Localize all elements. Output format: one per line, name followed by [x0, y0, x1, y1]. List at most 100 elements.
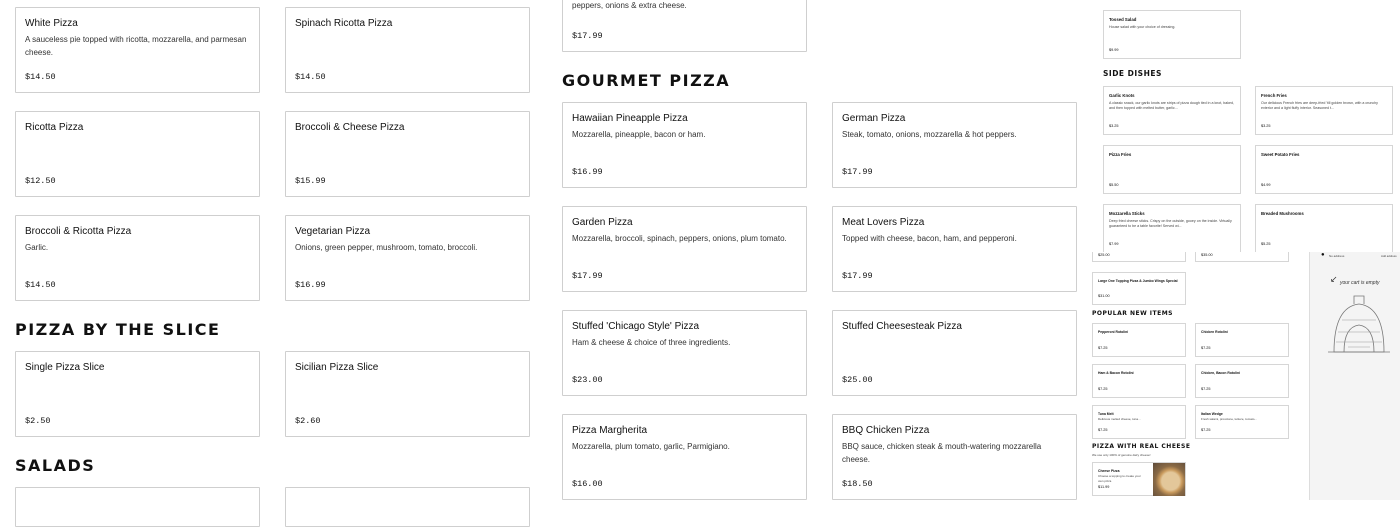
item-name: Hawaiian Pineapple Pizza: [572, 113, 688, 124]
mini-item-price: $7.99: [1109, 242, 1119, 246]
menu-item-card[interactable]: Broccoli & Cheese Pizza $15.99: [285, 111, 530, 197]
menu-item-card[interactable]: Pizza Margherita Mozzarella, plum tomato…: [562, 414, 807, 500]
mini-item-name: Chicken Rotolini: [1201, 330, 1228, 334]
menu-item-card[interactable]: Broccoli & Ricotta Pizza Garlic. $14.50: [15, 215, 260, 301]
item-price: $15.99: [295, 176, 326, 186]
mini-item-name: French Fries: [1261, 93, 1287, 98]
mini-item-name: Garlic Knots: [1109, 93, 1135, 98]
item-price: $14.50: [25, 72, 56, 82]
menu-item-card[interactable]: Vegetarian Pizza Onions, green pepper, m…: [285, 215, 530, 301]
item-name: Vegetarian Pizza: [295, 226, 371, 237]
menu-item-card[interactable]: Meat Lovers Pizza Topped with cheese, ba…: [832, 206, 1077, 292]
mini-item-price: $7.25: [1098, 346, 1108, 350]
mini-item-name: Pepperoni Rotolini: [1098, 330, 1129, 334]
mini-section-subtitle: We use only 100% of genuine dairy cheese…: [1092, 453, 1151, 457]
item-name: Spinach Ricotta Pizza: [295, 18, 393, 29]
item-name: Meat Lovers Pizza: [842, 217, 925, 228]
item-description: Mozzarella, plum tomato, garlic, Parmigi…: [572, 442, 730, 451]
item-price: $16.99: [295, 280, 326, 290]
mini-item-price: $4.99: [1261, 183, 1271, 187]
cart-address: No address: [1329, 254, 1345, 258]
item-description: A sauceless pie topped with ricotta, moz…: [25, 35, 247, 57]
item-description: Onions, green pepper, mushroom, tomato, …: [295, 243, 478, 252]
mini-section-title-sides: SIDE DISHES: [1103, 69, 1162, 78]
mini-item-card[interactable]: Pepperoni Rotolini $7.25: [1092, 323, 1186, 357]
mini-item-description: Fresh salami, provolone, lettuce, tomato…: [1201, 417, 1257, 421]
item-description: Mozzarella, broccoli, spinach, peppers, …: [572, 234, 787, 243]
item-name: Stuffed Cheesesteak Pizza: [842, 321, 962, 332]
mini-item-price: $5.25: [1261, 242, 1271, 246]
menu-item-card[interactable]: Hawaiian Pineapple Pizza Mozzarella, pin…: [562, 102, 807, 188]
item-description: Mozzarella, pineapple, bacon or ham.: [572, 130, 706, 139]
mini-item-price: $31.00: [1098, 294, 1110, 298]
menu-item-card[interactable]: Ricotta Pizza $12.50: [15, 111, 260, 197]
mini-item-description: Deep fried cheese sticks. Crispy on the …: [1109, 219, 1232, 228]
item-price: $17.99: [572, 271, 603, 281]
mini-item-description: A classic snack, our garlic knots are st…: [1109, 101, 1235, 110]
mini-item-card[interactable]: Mozzarella Sticks Deep fried cheese stic…: [1103, 204, 1241, 252]
mini-item-name: Pizza Fries: [1109, 152, 1132, 157]
mini-item-description: Delicious melted cheese, tuna...: [1098, 417, 1141, 421]
menu-item-card[interactable]: [285, 487, 530, 527]
mini-item-card[interactable]: Pizza Fries $5.50: [1103, 145, 1241, 194]
menu-item-card[interactable]: White Pizza A sauceless pie topped with …: [15, 7, 260, 93]
item-price: $2.60: [295, 416, 321, 426]
mini-item-card[interactable]: $35.00: [1195, 252, 1289, 262]
item-description: with pepperoni, mushrooms, sausage, meat…: [572, 0, 687, 10]
mini-section-title-real-cheese: PIZZA WITH REAL CHEESE: [1092, 443, 1191, 450]
mini-item-price: $7.25: [1201, 387, 1211, 391]
item-description: Topped with cheese, bacon, ham, and pepp…: [842, 234, 1017, 243]
mini-item-price: $35.00: [1201, 253, 1213, 257]
mini-item-card[interactable]: Tuna Melt Delicious melted cheese, tuna.…: [1092, 405, 1186, 439]
mini-item-card[interactable]: Italian Wedge Fresh salami, provolone, l…: [1195, 405, 1289, 439]
item-name: Single Pizza Slice: [25, 362, 105, 373]
mini-item-name: Large One Topping Pizza & Jumbo Wings Sp…: [1098, 279, 1178, 283]
item-price: $17.99: [842, 167, 873, 177]
mini-item-price: $3.25: [1261, 124, 1271, 128]
mini-item-card[interactable]: Breaded Mushrooms $5.25: [1255, 204, 1393, 252]
mini-item-name: Sweet Potato Fries: [1261, 152, 1300, 157]
mini-item-name: Tossed Salad: [1109, 17, 1137, 22]
item-description: Garlic.: [25, 243, 49, 252]
mini-item-card[interactable]: Sweet Potato Fries $4.99: [1255, 145, 1393, 194]
menu-item-card[interactable]: Sicilian Pizza Slice $2.60: [285, 351, 530, 437]
menu-item-card[interactable]: German Pizza Steak, tomato, onions, mozz…: [832, 102, 1077, 188]
mini-item-card[interactable]: $25.00: [1092, 252, 1186, 262]
mini-item-card[interactable]: Cheese Pizza Choose a topping to create …: [1092, 462, 1186, 496]
mini-item-card[interactable]: Garlic Knots A classic snack, our garlic…: [1103, 86, 1241, 135]
mini-item-name: Chicken, Bacon Rotolini: [1201, 371, 1240, 375]
mini-item-card[interactable]: Tossed Salad House salad with your choic…: [1103, 10, 1241, 59]
menu-item-card[interactable]: Single Pizza Slice $2.50: [15, 351, 260, 437]
cart-add-address-link[interactable]: Add address: [1381, 254, 1397, 258]
item-name: German Pizza: [842, 113, 906, 124]
menu-item-card[interactable]: Stuffed 'Chicago Style' Pizza Ham & chee…: [562, 310, 807, 396]
item-price: $17.99: [842, 271, 873, 281]
menu-item-card[interactable]: Spinach Ricotta Pizza $14.50: [285, 7, 530, 93]
section-title-slice: PIZZA BY THE SLICE: [15, 320, 221, 339]
mini-item-description: Our delicious French fries are deep-frie…: [1261, 101, 1378, 110]
menu-item-card[interactable]: [15, 487, 260, 527]
item-name: Stuffed 'Chicago Style' Pizza: [572, 321, 700, 332]
mini-item-name: Ham & Bacon Rotolini: [1098, 371, 1134, 375]
mini-item-card[interactable]: Chicken Rotolini $7.25: [1195, 323, 1289, 357]
item-name: Broccoli & Ricotta Pizza: [25, 226, 132, 237]
menu-item-card[interactable]: BBQ Chicken Pizza BBQ sauce, chicken ste…: [832, 414, 1077, 500]
mini-item-price: $5.50: [1109, 183, 1119, 187]
item-description: Steak, tomato, onions, mozzarella & hot …: [842, 130, 1017, 139]
item-name: Sicilian Pizza Slice: [295, 362, 379, 373]
mini-item-card[interactable]: Ham & Bacon Rotolini $7.25: [1092, 364, 1186, 398]
cart-empty-text: your cart is empty: [1340, 280, 1380, 286]
mini-item-card[interactable]: Large One Topping Pizza & Jumbo Wings Sp…: [1092, 272, 1186, 305]
mini-item-price: $7.25: [1201, 428, 1211, 432]
section-title-salads: SALADS: [15, 456, 96, 475]
menu-item-card[interactable]: Garden Pizza Mozzarella, broccoli, spina…: [562, 206, 807, 292]
menu-item-card[interactable]: Stuffed Cheesesteak Pizza $25.00: [832, 310, 1077, 396]
mini-item-card[interactable]: Chicken, Bacon Rotolini $7.25: [1195, 364, 1289, 398]
item-description: Ham & cheese & choice of three ingredien…: [572, 338, 731, 347]
mini-item-card[interactable]: French Fries Our delicious French fries …: [1255, 86, 1393, 135]
item-name: Garden Pizza: [572, 217, 633, 228]
menu-item-card[interactable]: with pepperoni, mushrooms, sausage, meat…: [562, 0, 807, 52]
mini-item-name: Breaded Mushrooms: [1261, 211, 1304, 216]
item-price: $16.00: [572, 479, 603, 489]
item-price: $12.50: [25, 176, 56, 186]
